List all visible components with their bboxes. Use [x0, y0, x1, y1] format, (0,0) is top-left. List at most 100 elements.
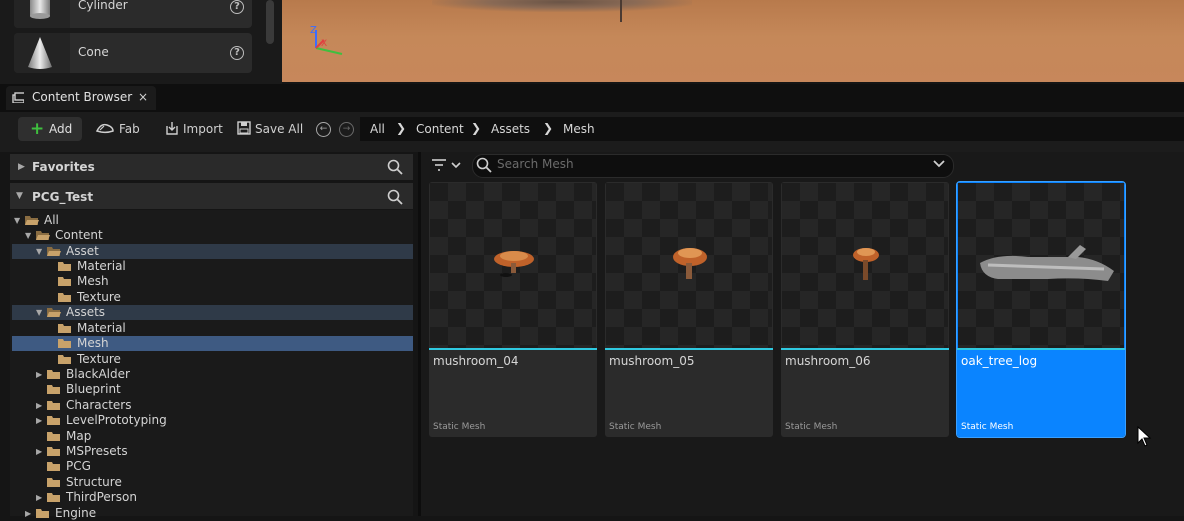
- tree-item[interactable]: Structure: [12, 475, 413, 490]
- folder-icon: [58, 355, 71, 364]
- help-icon[interactable]: ?: [230, 46, 244, 60]
- viewport-object: [620, 0, 622, 22]
- tree-item[interactable]: ▶ BlackAlder: [12, 367, 413, 382]
- tree-item[interactable]: ▼ Content: [12, 228, 413, 243]
- import-icon[interactable]: [164, 121, 180, 136]
- search-input[interactable]: Search Mesh: [497, 157, 574, 171]
- tree-item[interactable]: Material: [12, 259, 413, 274]
- asset-name: mushroom_04: [433, 354, 519, 368]
- tree-item[interactable]: PCG: [12, 459, 413, 474]
- caret-down-icon[interactable]: ▼: [25, 228, 31, 243]
- tree-item[interactable]: Texture: [12, 352, 413, 367]
- mushroom-thumbnail-icon: [673, 248, 707, 279]
- caret-down-icon[interactable]: ▼: [16, 191, 23, 201]
- tree-item[interactable]: ▼ All: [12, 213, 413, 228]
- asset-type-bar: [429, 348, 597, 350]
- tree-item[interactable]: ▶ Engine: [12, 506, 413, 521]
- asset-type: Static Mesh: [785, 422, 838, 432]
- search-icon[interactable]: [387, 189, 403, 205]
- tree-item[interactable]: ▼ Asset: [12, 244, 413, 259]
- place-item-label: Cone: [78, 45, 109, 59]
- breadcrumb: [360, 117, 1184, 141]
- mouse-cursor-icon: [1137, 426, 1152, 447]
- caret-down-icon[interactable]: ▼: [36, 305, 42, 320]
- help-icon[interactable]: ?: [230, 0, 244, 14]
- caret-right-icon[interactable]: ▶: [36, 490, 42, 505]
- caret-right-icon[interactable]: ▶: [36, 398, 42, 413]
- asset-name: mushroom_05: [609, 354, 695, 368]
- filter-icon[interactable]: [430, 156, 464, 174]
- caret-down-icon[interactable]: ▼: [36, 244, 42, 259]
- tree-item-label: Structure: [66, 475, 122, 489]
- import-button[interactable]: Import: [183, 122, 223, 136]
- panel-scrollbar[interactable]: [266, 0, 274, 44]
- tree-item[interactable]: ▼ Assets: [12, 305, 413, 320]
- content-browser-icon: [12, 92, 24, 103]
- caret-right-icon[interactable]: ▶: [36, 367, 42, 382]
- caret-right-icon[interactable]: ▶: [18, 162, 25, 172]
- project-header[interactable]: ▼ PCG_Test: [10, 183, 413, 209]
- search-icon[interactable]: [387, 159, 403, 175]
- place-item-cone[interactable]: Cone ?: [14, 33, 252, 73]
- log-thumbnail-icon: [980, 245, 1114, 281]
- breadcrumb-separator[interactable]: ❯: [543, 121, 553, 135]
- fab-button[interactable]: Fab: [119, 122, 140, 136]
- breadcrumb-content[interactable]: Content: [416, 122, 464, 136]
- folder-open-icon: [25, 216, 39, 225]
- asset-type-bar: [957, 348, 1125, 350]
- caret-right-icon[interactable]: ▶: [36, 444, 42, 459]
- tree-item[interactable]: ▶ Characters: [12, 398, 413, 413]
- folder-icon: [47, 447, 60, 456]
- tree-item[interactable]: Material: [12, 321, 413, 336]
- tree-item[interactable]: ▶ ThirdPerson: [12, 490, 413, 505]
- mushroom-thumbnail-icon: [494, 251, 534, 277]
- fab-icon[interactable]: [95, 121, 115, 135]
- tree-item-label: Material: [77, 259, 126, 273]
- asset-tile[interactable]: mushroom_05 Static Mesh: [605, 182, 773, 437]
- folder-icon: [58, 262, 71, 271]
- favorites-header[interactable]: ▶ Favorites: [10, 154, 413, 180]
- forward-arrow-icon[interactable]: →: [339, 122, 354, 137]
- asset-tile[interactable]: mushroom_06 Static Mesh: [781, 182, 949, 437]
- breadcrumb-all[interactable]: All: [370, 122, 385, 136]
- tree-item-label: Texture: [77, 290, 121, 304]
- tree-item[interactable]: Map: [12, 429, 413, 444]
- asset-tile[interactable]: mushroom_04 Static Mesh: [429, 182, 597, 437]
- folder-icon: [58, 324, 71, 333]
- tree-item[interactable]: ▶ LevelPrototyping: [12, 413, 413, 428]
- close-icon[interactable]: ×: [138, 90, 148, 104]
- tree-item-label: Characters: [66, 398, 132, 412]
- caret-down-icon[interactable]: ▼: [14, 213, 20, 228]
- tree-item[interactable]: Mesh: [12, 336, 413, 351]
- breadcrumb-separator[interactable]: ❯: [396, 121, 406, 135]
- tree-item-label: Map: [66, 429, 92, 443]
- folder-open-icon: [47, 247, 61, 256]
- cylinder-icon: [14, 0, 70, 28]
- folder-icon: [47, 432, 60, 441]
- caret-right-icon[interactable]: ▶: [36, 413, 42, 428]
- asset-thumbnail: [782, 183, 948, 348]
- tree-item[interactable]: Texture: [12, 290, 413, 305]
- mushroom-thumbnail-icon: [853, 248, 879, 280]
- breadcrumb-separator[interactable]: ❯: [471, 121, 481, 135]
- tree-item-label: PCG: [66, 459, 91, 473]
- chevron-down-icon[interactable]: [932, 157, 946, 171]
- asset-tile[interactable]: oak_tree_log Static Mesh: [956, 181, 1126, 438]
- tree-item[interactable]: ▶ MSPresets: [12, 444, 413, 459]
- back-arrow-icon[interactable]: ←: [316, 122, 331, 137]
- add-button-label: Add: [49, 122, 73, 136]
- save-all-button[interactable]: Save All: [255, 122, 303, 136]
- tree-item-label: All: [44, 213, 59, 227]
- asset-type: Static Mesh: [961, 422, 1014, 432]
- folder-icon: [58, 293, 71, 302]
- save-icon[interactable]: [237, 121, 251, 135]
- breadcrumb-assets[interactable]: Assets: [491, 122, 530, 136]
- tree-item[interactable]: Mesh: [12, 274, 413, 289]
- level-viewport[interactable]: Z X: [282, 0, 1184, 82]
- asset-thumbnail: [606, 183, 772, 348]
- asset-type: Static Mesh: [609, 422, 662, 432]
- tree-item[interactable]: Blueprint: [12, 382, 413, 397]
- breadcrumb-mesh[interactable]: Mesh: [563, 122, 595, 136]
- place-item-cylinder[interactable]: Cylinder ?: [14, 0, 252, 28]
- caret-right-icon[interactable]: ▶: [25, 506, 31, 521]
